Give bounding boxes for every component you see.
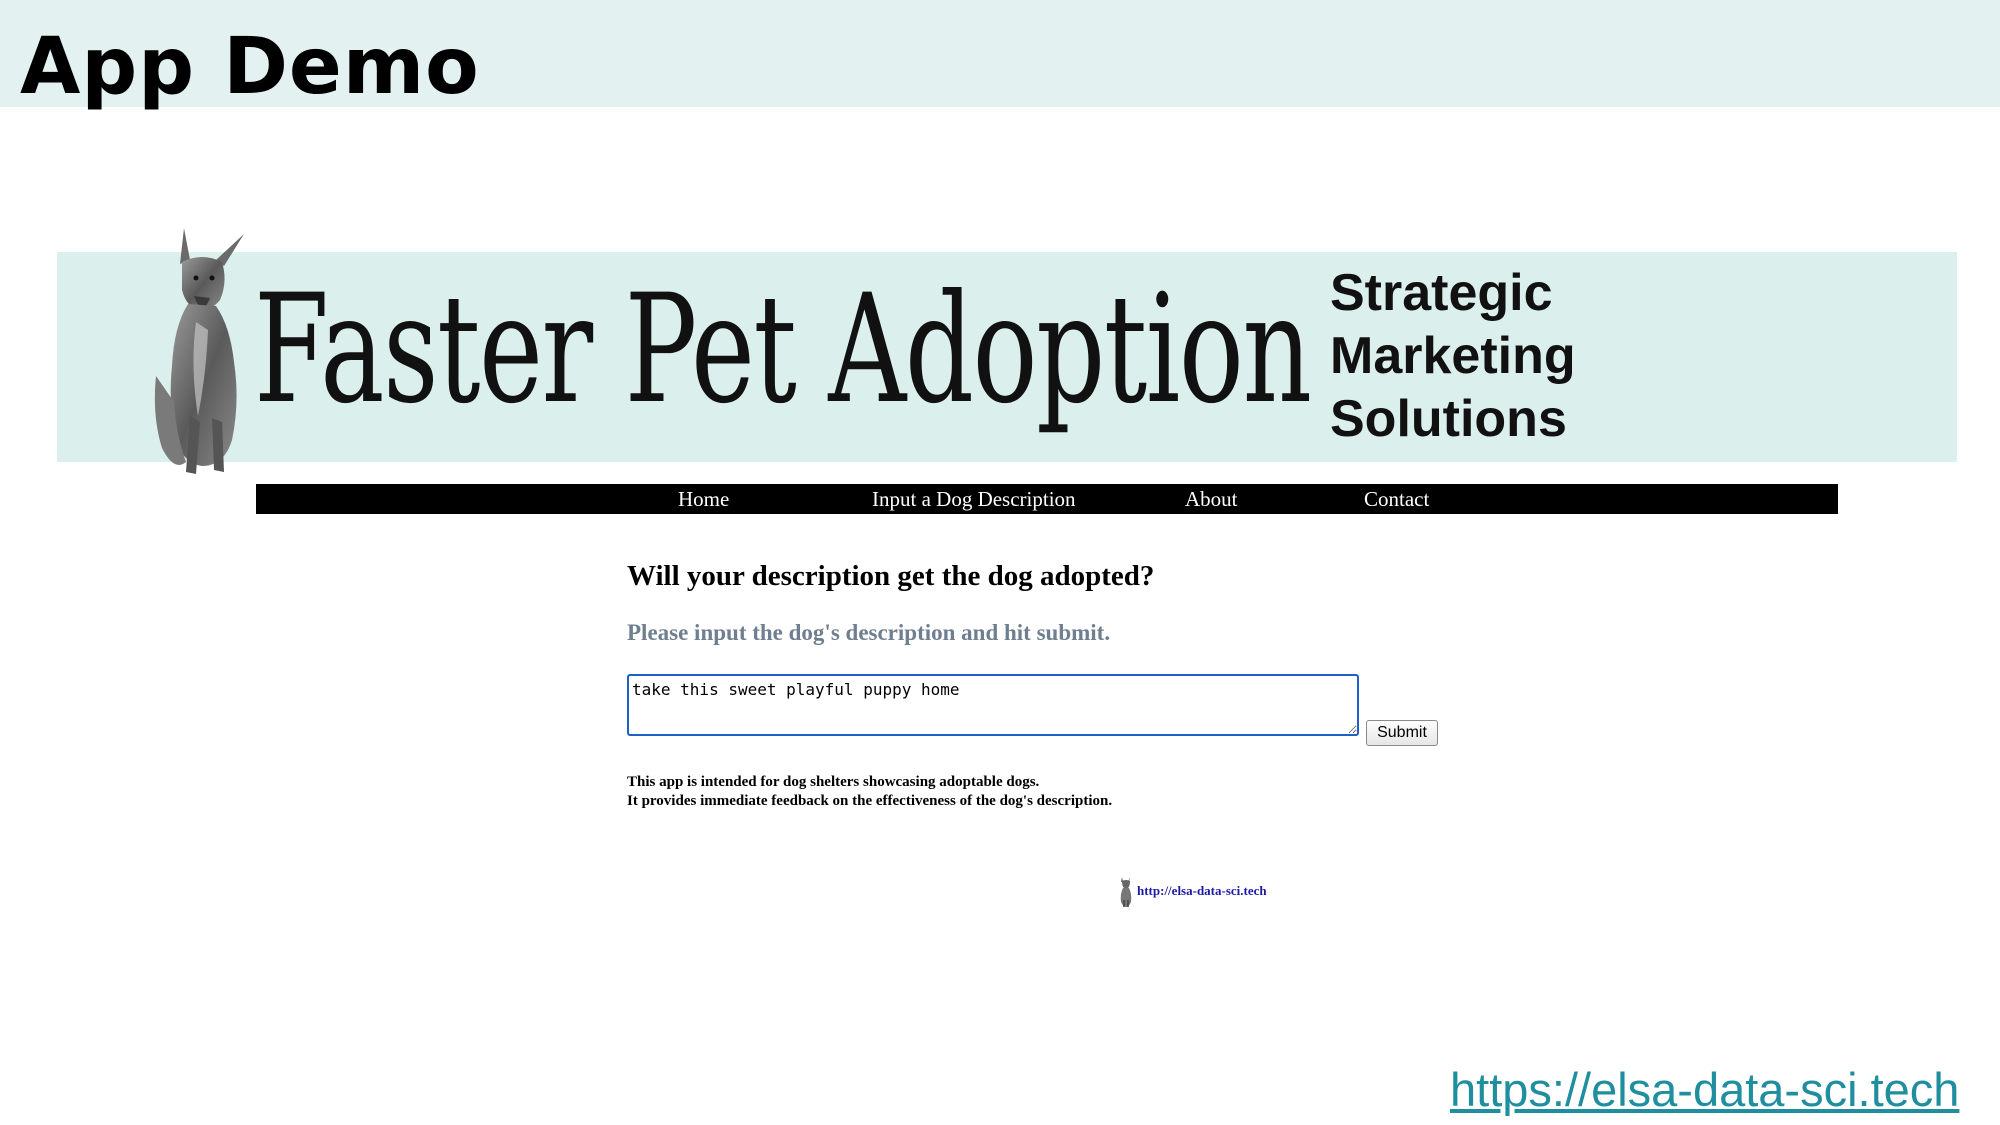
tagline-line: Solutions [1330,390,1567,448]
nav-bar: Home Input a Dog Description About Conta… [256,484,1838,514]
banner-tagline: Strategic Marketing Solutions [1330,262,1576,451]
app-note-line: This app is intended for dog shelters sh… [627,774,1040,790]
footer-link[interactable]: http://elsa-data-sci.tech [1137,883,1267,899]
doberman-dog-icon [154,228,244,474]
nav-item-contact[interactable]: Contact [1364,484,1429,514]
doberman-dog-icon [1120,877,1132,907]
app-note-line: It provides immediate feedback on the ef… [627,793,1113,809]
slide-header: App Demo [0,0,2000,112]
nav-item-home[interactable]: Home [678,484,729,514]
nav-item-about[interactable]: About [1185,484,1238,514]
submit-button[interactable]: Submit [1366,720,1438,746]
tagline-line: Strategic [1330,264,1553,322]
tagline-line: Marketing [1330,327,1576,385]
banner-title: Faster Pet Adoption [254,263,1312,437]
nav-item-input-description[interactable]: Input a Dog Description [872,484,1076,514]
instruction-text: Please input the dog's description and h… [627,620,1111,645]
page-heading: Will your description get the dog adopte… [627,560,1155,592]
slide-url-link[interactable]: https://elsa-data-sci.tech [1450,1062,1959,1117]
slide-title: App Demo [20,22,480,112]
app-note: This app is intended for dog shelters sh… [627,773,1112,811]
description-input[interactable] [627,674,1359,736]
